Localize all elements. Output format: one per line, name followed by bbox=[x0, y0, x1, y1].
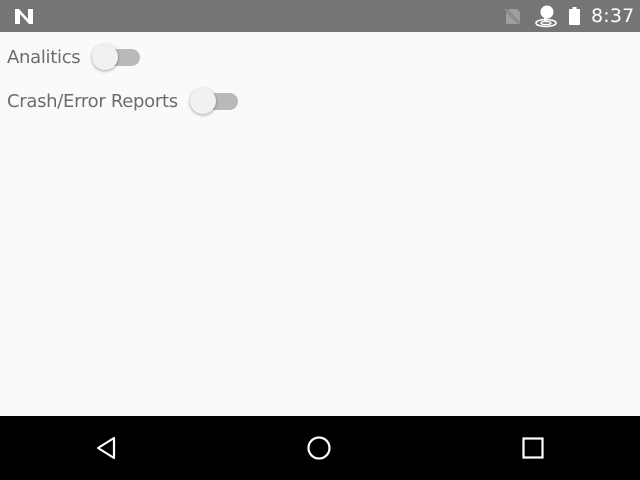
back-button[interactable] bbox=[89, 430, 125, 466]
back-icon bbox=[96, 436, 116, 460]
crash-reports-label: Crash/Error Reports bbox=[7, 90, 178, 112]
home-icon bbox=[307, 436, 331, 460]
cast-icon bbox=[535, 5, 557, 28]
no-sim-icon bbox=[505, 8, 521, 25]
clock: 8:37 bbox=[591, 5, 635, 27]
crash-reports-toggle-thumb bbox=[189, 88, 216, 114]
analytics-setting-row: Analitics bbox=[0, 37, 141, 77]
recents-icon bbox=[522, 437, 544, 459]
status-bar: 8:37 bbox=[0, 0, 640, 32]
notification-n-icon bbox=[15, 9, 33, 24]
crash-reports-toggle[interactable] bbox=[189, 87, 238, 115]
crash-reports-setting-row: Crash/Error Reports bbox=[0, 81, 238, 121]
navigation-bar bbox=[0, 416, 640, 480]
analytics-toggle[interactable] bbox=[92, 43, 141, 71]
home-button[interactable] bbox=[301, 430, 337, 466]
battery-icon bbox=[569, 7, 580, 25]
analytics-label: Analitics bbox=[7, 46, 81, 68]
recents-button[interactable] bbox=[515, 430, 551, 466]
analytics-toggle-thumb bbox=[92, 44, 119, 70]
